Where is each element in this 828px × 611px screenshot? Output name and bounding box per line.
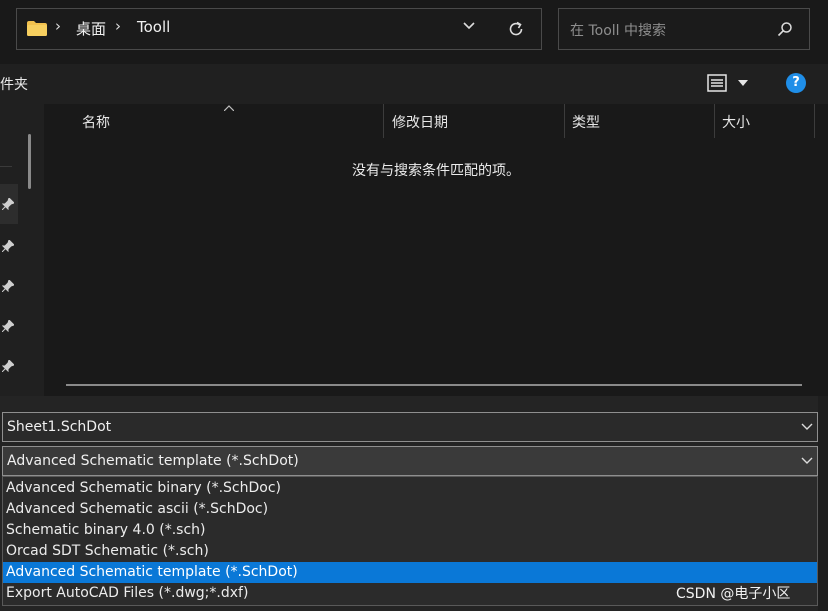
pin-icon <box>2 198 14 210</box>
divider <box>0 166 12 167</box>
search-input[interactable]: 在 Tooll 中搜索 <box>570 20 666 40</box>
pin-icon[interactable] <box>2 360 14 372</box>
pin-icon[interactable] <box>2 240 14 252</box>
save-type-option-selected[interactable]: Advanced Schematic template (*.SchDot) <box>3 562 817 583</box>
watermark: CSDN @电子小区 <box>676 586 791 602</box>
breadcrumb-separator: › <box>115 17 121 35</box>
search-icon[interactable] <box>777 21 793 37</box>
refresh-icon[interactable] <box>507 20 525 38</box>
column-divider[interactable] <box>714 104 715 138</box>
folder-icon <box>27 21 47 36</box>
column-header-size[interactable]: 大小 <box>722 112 750 132</box>
search-box[interactable]: 在 Tooll 中搜索 <box>558 8 810 50</box>
file-list[interactable]: 名称 修改日期 类型 大小 没有与搜索条件匹配的项。 <box>44 104 828 396</box>
column-header-type[interactable]: 类型 <box>572 112 600 132</box>
column-header-name[interactable]: 名称 <box>82 112 110 132</box>
breadcrumb-desktop[interactable]: 桌面 <box>76 18 106 39</box>
chevron-down-icon[interactable] <box>463 21 475 31</box>
save-type-selected[interactable]: Advanced Schematic template (*.SchDot) <box>7 453 299 469</box>
help-button[interactable]: ? <box>786 73 806 93</box>
new-folder-label[interactable]: 件夹 <box>0 74 28 94</box>
save-type-option[interactable]: Advanced Schematic binary (*.SchDoc) <box>3 478 817 499</box>
save-type-option[interactable]: Orcad SDT Schematic (*.sch) <box>3 541 817 562</box>
horizontal-scrollbar[interactable] <box>66 384 802 386</box>
save-type-select[interactable]: Advanced Schematic template (*.SchDot) <box>2 446 818 476</box>
view-options-icon[interactable] <box>707 74 727 92</box>
breadcrumb-tooll[interactable]: Tooll <box>137 18 170 36</box>
window-edge <box>818 396 828 611</box>
pin-icon[interactable] <box>2 280 14 292</box>
breadcrumb-separator: › <box>55 17 61 35</box>
column-header-modified[interactable]: 修改日期 <box>392 112 448 132</box>
save-type-option[interactable]: Advanced Schematic ascii (*.SchDoc) <box>3 499 817 520</box>
column-divider[interactable] <box>814 104 815 138</box>
address-bar[interactable]: › 桌面 › Tooll <box>16 8 542 50</box>
quick-access-item[interactable] <box>0 184 18 224</box>
save-type-option[interactable]: Schematic binary 4.0 (*.sch) <box>3 520 817 541</box>
filename-value[interactable]: Sheet1.SchDot <box>7 419 111 435</box>
sort-ascending-icon <box>224 105 234 111</box>
nav-scrollbar[interactable] <box>28 134 31 189</box>
filename-field[interactable]: Sheet1.SchDot <box>2 412 818 442</box>
chevron-down-icon[interactable] <box>801 457 813 465</box>
column-divider[interactable] <box>383 104 384 138</box>
pin-icon[interactable] <box>2 320 14 332</box>
empty-message: 没有与搜索条件匹配的项。 <box>352 163 520 179</box>
navigation-pane[interactable] <box>0 104 44 396</box>
column-divider[interactable] <box>564 104 565 138</box>
toolbar: 件夹 ? <box>0 64 828 104</box>
chevron-down-icon[interactable] <box>801 423 813 431</box>
view-dropdown-icon[interactable] <box>738 80 748 87</box>
